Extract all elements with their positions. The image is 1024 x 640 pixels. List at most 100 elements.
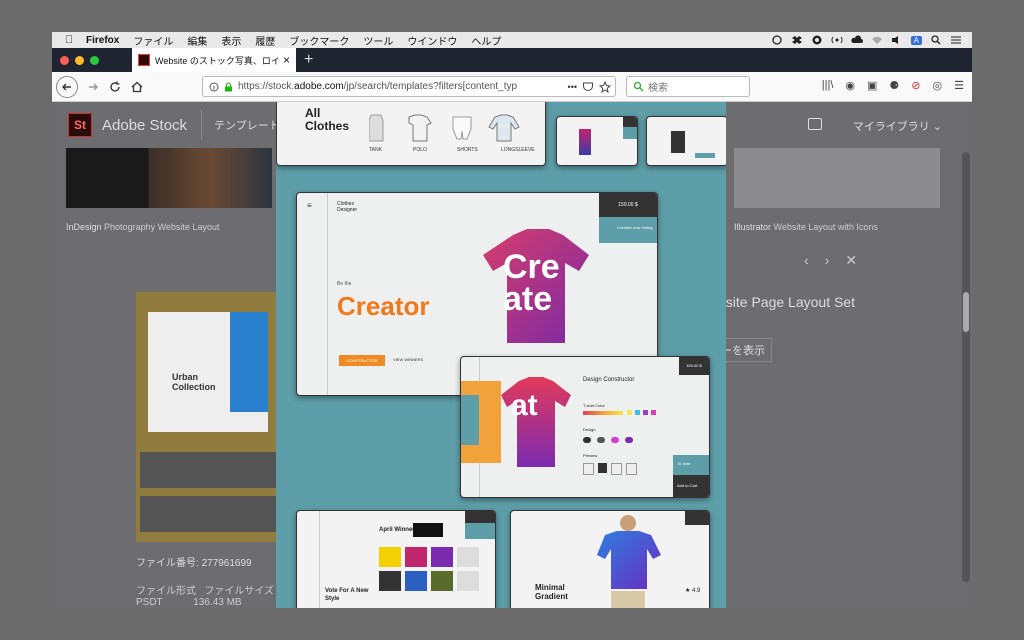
- swatch-yellow[interactable]: [627, 410, 632, 415]
- camera-search-icon[interactable]: [808, 118, 822, 130]
- info-icon[interactable]: [209, 82, 219, 92]
- close-window-button[interactable]: [60, 55, 69, 65]
- preview-thumb[interactable]: [598, 463, 607, 473]
- gradient-title: Minimal Gradient: [535, 583, 568, 601]
- scrollbar-thumb[interactable]: [963, 292, 969, 332]
- broadcast-icon[interactable]: [831, 35, 843, 45]
- constructor-teal-tabs[interactable]: [461, 395, 479, 445]
- new-tab-button[interactable]: +: [304, 51, 313, 69]
- wifi-icon[interactable]: [871, 35, 883, 45]
- constructor-color-swatches: [627, 410, 656, 415]
- design-option[interactable]: [583, 437, 591, 443]
- account-icon[interactable]: ◎: [933, 79, 943, 92]
- maximize-window-button[interactable]: [90, 55, 99, 65]
- adblock-icon[interactable]: ⊘: [911, 79, 920, 92]
- menu-history[interactable]: 履歴: [255, 33, 275, 48]
- winner-item[interactable]: [457, 547, 479, 567]
- winner-item[interactable]: [431, 547, 453, 567]
- menu-hamburger-icon[interactable]: ☰: [954, 79, 964, 92]
- result-thumbnail-icons[interactable]: [734, 148, 940, 208]
- page-actions-button[interactable]: •••: [568, 82, 577, 92]
- page-scrollbar[interactable]: [962, 152, 970, 582]
- result-title: Photography Website Layout: [104, 222, 220, 232]
- search-input[interactable]: 検索: [648, 79, 668, 94]
- result-thumbnail-photography[interactable]: [66, 148, 272, 208]
- dropbox-icon[interactable]: [791, 35, 803, 45]
- result-label-icons: Illustrator Website Layout with Icons: [734, 222, 878, 232]
- navigation-bar: https://stock.adobe.com/jp/search/templa…: [52, 72, 972, 102]
- preview-thumb[interactable]: [626, 463, 637, 475]
- item-shorts: SHORTS: [457, 147, 478, 153]
- notification-center-icon[interactable]: [950, 35, 962, 45]
- sync-icon[interactable]: [771, 35, 783, 45]
- bookmark-star-icon[interactable]: [599, 80, 611, 93]
- winner-dark-tab: [465, 511, 495, 523]
- detail-nav-arrows[interactable]: ‹›✕: [804, 252, 873, 269]
- spotlight-search-icon[interactable]: [930, 35, 942, 45]
- preview-thumb[interactable]: [583, 463, 594, 475]
- back-button[interactable]: [56, 75, 78, 98]
- file-number-label: ファイル番号:: [136, 558, 199, 569]
- menu-bookmarks[interactable]: ブックマーク: [289, 33, 349, 48]
- library-icon[interactable]: |||\: [822, 79, 834, 92]
- constructor-color-label: T-shirt Color: [583, 403, 605, 408]
- forward-button[interactable]: [82, 76, 104, 98]
- constructor-vote-button[interactable]: To Vote: [673, 455, 709, 475]
- extension-icon[interactable]: ⚈: [889, 79, 899, 92]
- creative-cloud-icon[interactable]: [811, 35, 823, 45]
- input-source-icon[interactable]: A: [910, 35, 922, 45]
- url-bar[interactable]: https://stock.adobe.com/jp/search/templa…: [202, 76, 616, 97]
- menu-edit[interactable]: 編集: [187, 33, 207, 48]
- menu-app-firefox[interactable]: Firefox: [86, 35, 119, 46]
- sidebar-icon[interactable]: ▣: [867, 79, 877, 92]
- urban-model: [230, 312, 268, 412]
- reload-button[interactable]: [104, 76, 126, 98]
- tab-close-icon[interactable]: ×: [283, 53, 290, 67]
- my-library-menu[interactable]: マイライブラリ ⌄: [853, 118, 942, 134]
- templates-menu[interactable]: テンプレート: [214, 117, 280, 133]
- winner-teal-tab: [465, 523, 495, 539]
- preview-thumb[interactable]: [611, 463, 622, 475]
- search-engine-icon[interactable]: [633, 81, 644, 92]
- design-option[interactable]: [611, 437, 619, 443]
- menu-window[interactable]: ウインドウ: [407, 33, 457, 48]
- search-bar[interactable]: 検索: [626, 76, 750, 97]
- winner-item[interactable]: [457, 571, 479, 591]
- design-option[interactable]: [597, 437, 605, 443]
- detail-thumbnail[interactable]: Urban Collection: [136, 292, 286, 542]
- swatch-pink[interactable]: [651, 410, 656, 415]
- tab-adobe-stock[interactable]: Website のストック写真、ロイヤ ×: [132, 48, 296, 72]
- menu-tools[interactable]: ツール: [363, 33, 393, 48]
- adobe-stock-logo[interactable]: St: [68, 113, 92, 137]
- home-button[interactable]: [126, 76, 148, 98]
- winner-item[interactable]: [405, 571, 427, 591]
- item-longsleeve: LONGSLEEVE: [501, 147, 535, 153]
- tab-strip: Website のストック写真、ロイヤ × +: [52, 48, 972, 72]
- menu-view[interactable]: 表示: [221, 33, 241, 48]
- pocket-icon[interactable]: [582, 81, 594, 93]
- winner-item[interactable]: [405, 547, 427, 567]
- swatch-cyan[interactable]: [635, 410, 640, 415]
- constructor-cart-button[interactable]: Add to Cart: [673, 475, 709, 497]
- creator-view-winners-link[interactable]: VIEW WINNERS: [393, 357, 423, 362]
- cloud-upload-icon[interactable]: [850, 35, 863, 45]
- menu-help[interactable]: ヘルプ: [471, 33, 501, 48]
- constructor-preview-thumbs: [583, 463, 637, 475]
- winner-item[interactable]: [379, 547, 401, 567]
- creator-brand: Clothes Designer: [337, 201, 358, 213]
- winner-item[interactable]: [431, 571, 453, 591]
- volume-icon[interactable]: [891, 35, 903, 45]
- extension-globe-icon[interactable]: ◉: [845, 79, 855, 92]
- minimize-window-button[interactable]: [75, 55, 84, 65]
- design-option[interactable]: [625, 437, 633, 443]
- gradient-rating: ★ 4.9: [685, 588, 701, 594]
- lock-icon[interactable]: [224, 82, 233, 92]
- result-app-indesign: InDesign: [66, 222, 102, 232]
- constructor-color-slider[interactable]: [583, 411, 623, 415]
- winner-item[interactable]: [379, 571, 401, 591]
- creator-constructor-button[interactable]: CONSTRUCTOR: [339, 355, 385, 366]
- swatch-purple[interactable]: [643, 410, 648, 415]
- apple-icon[interactable]: : [52, 34, 86, 46]
- menu-file[interactable]: ファイル: [133, 33, 173, 48]
- adobe-stock-name[interactable]: Adobe Stock: [102, 117, 187, 134]
